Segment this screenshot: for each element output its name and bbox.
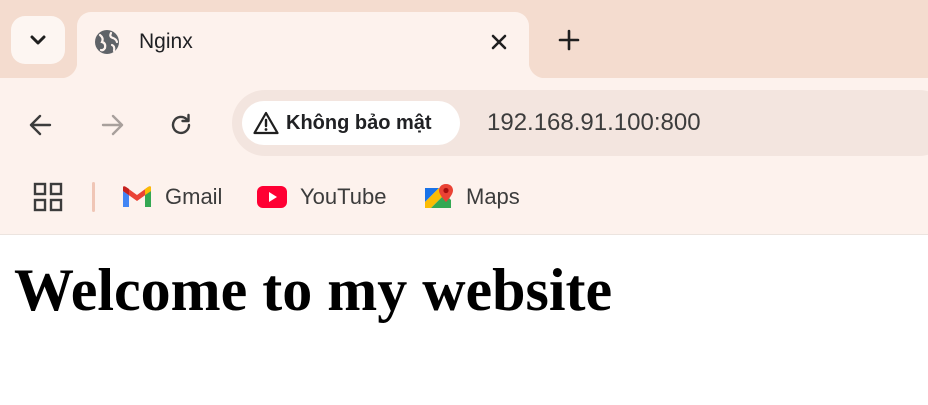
browser-toolbar: Không bảo mật 192.168.91.100:800 Gmail Y… — [0, 78, 928, 235]
bookmark-label: YouTube — [300, 184, 387, 209]
forward-button[interactable] — [95, 108, 129, 142]
url-text[interactable]: 192.168.91.100:800 — [487, 109, 701, 137]
maps-icon — [422, 182, 454, 212]
bookmark-label: Gmail — [165, 184, 223, 209]
tab-close-button[interactable] — [485, 28, 513, 56]
arrow-left-icon — [29, 114, 52, 136]
tab-title: Nginx — [139, 30, 193, 53]
close-icon — [491, 34, 507, 50]
back-button[interactable] — [24, 108, 58, 142]
reload-button[interactable] — [164, 108, 198, 142]
new-tab-button[interactable] — [553, 24, 585, 56]
security-label: Không bảo mật — [286, 111, 432, 134]
bookmark-maps[interactable]: Maps — [422, 180, 520, 214]
globe-icon — [95, 30, 119, 54]
toolbar-divider — [0, 234, 928, 235]
tab-strip: Nginx — [0, 0, 928, 82]
arrow-right-icon — [101, 114, 124, 136]
bookmark-label: Maps — [466, 184, 520, 209]
security-indicator[interactable]: Không bảo mật — [242, 101, 460, 145]
tab-nginx[interactable]: Nginx — [61, 12, 545, 82]
chevron-down-icon — [30, 35, 46, 45]
address-bar[interactable]: Không bảo mật 192.168.91.100:800 — [232, 90, 928, 156]
plus-icon — [558, 29, 580, 51]
youtube-icon — [256, 182, 288, 212]
bookmark-divider — [92, 182, 95, 212]
reload-icon — [171, 113, 191, 135]
tab-search-button[interactable] — [11, 16, 65, 64]
page-heading: Welcome to my website — [14, 257, 613, 323]
apps-grid-icon[interactable] — [33, 182, 63, 212]
bookmark-gmail[interactable]: Gmail — [121, 180, 222, 214]
bookmark-youtube[interactable]: YouTube — [256, 180, 386, 214]
warning-icon — [252, 110, 280, 136]
gmail-icon — [121, 182, 153, 212]
